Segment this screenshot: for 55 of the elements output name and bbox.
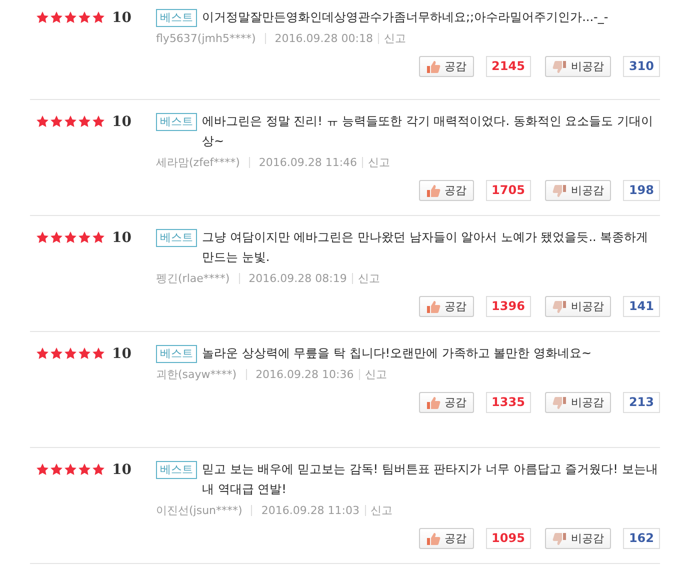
dislike-button[interactable]: 비공감 (544, 180, 611, 201)
dislike-button[interactable]: 비공감 (544, 392, 611, 413)
like-count: 1095 (486, 528, 531, 549)
dislike-count: 162 (622, 528, 660, 549)
author-name: 괴한(sayw****) (156, 367, 237, 382)
review-date: 2016.09.28 10:36 (256, 368, 354, 381)
author-name: 이진선(jsun****) (156, 503, 242, 518)
review-text: 놀라운 상상력에 무릎을 탁 칩니다!오랜만에 가족하고 볼만한 영화네요~ (202, 345, 592, 362)
dislike-count: 141 (622, 296, 660, 317)
dislike-count: 213 (622, 392, 660, 413)
review-text: 그냥 여담이지만 에바그린은 만나왔던 남자들이 알아서 노예가 됐었을듯.. 복종하게 만드는 눈빛. (202, 229, 650, 266)
review-text: 이거정말잘만든영화인데상영관수가좀너무하네요;;아수라밀어주기인가...-_- (202, 9, 608, 26)
like-button[interactable]: 공감 (418, 296, 474, 317)
score: 10 (112, 461, 132, 480)
thumbs-down-icon (552, 184, 567, 198)
thumbs-down-icon (552, 532, 567, 546)
dislike-count: 310 (622, 56, 660, 77)
like-count: 2145 (486, 56, 531, 77)
thumbs-up-icon (426, 300, 441, 314)
thumbs-down-icon (552, 60, 567, 74)
best-badge: 베스트 (156, 229, 197, 247)
dislike-count: 198 (622, 180, 660, 201)
thumbs-down-icon (552, 396, 567, 410)
like-count: 1396 (486, 296, 531, 317)
thumbs-up-icon (426, 60, 441, 74)
review-date: 2016.09.28 11:03 (261, 504, 360, 517)
thumbs-up-icon (426, 396, 441, 410)
dislike-button[interactable]: 비공감 (544, 56, 611, 77)
thumbs-up-icon (426, 532, 441, 546)
review-date: 2016.09.28 08:19 (248, 272, 347, 285)
score: 10 (112, 9, 132, 28)
best-badge: 베스트 (156, 461, 197, 479)
thumbs-down-icon (552, 300, 567, 314)
best-badge: 베스트 (156, 345, 197, 363)
dislike-button[interactable]: 비공감 (544, 528, 611, 549)
author-name: 세라맘(zfef****) (156, 155, 240, 170)
like-button[interactable]: 공감 (418, 180, 474, 201)
review-text: 에바그린은 정말 진리! ㅠ 능력들또한 각기 매력적이었다. 동화적인 요소들도 기대이상~ (202, 113, 654, 150)
author-name: 펭긴(rlae****) (156, 271, 230, 286)
like-button[interactable]: 공감 (418, 56, 474, 77)
score: 10 (112, 113, 132, 132)
score: 10 (112, 345, 132, 364)
best-badge: 베스트 (156, 113, 197, 131)
best-badge: 베스트 (156, 9, 197, 27)
like-count: 1335 (486, 392, 531, 413)
dislike-button[interactable]: 비공감 (544, 296, 611, 317)
like-count: 1705 (486, 180, 531, 201)
review-date: 2016.09.28 00:18 (274, 32, 373, 45)
author-name: fly5637(jmh5****) (156, 32, 256, 45)
review-text: 믿고 보는 배우에 믿고보는 감독! 팀버튼표 판타지가 너무 아름답고 즐거웠다! 보는내내 역대급 연발! (202, 461, 659, 498)
like-button[interactable]: 공감 (418, 392, 474, 413)
like-button[interactable]: 공감 (418, 528, 474, 549)
thumbs-up-icon (426, 184, 441, 198)
review-date: 2016.09.28 11:46 (258, 156, 358, 169)
score: 10 (112, 229, 132, 248)
